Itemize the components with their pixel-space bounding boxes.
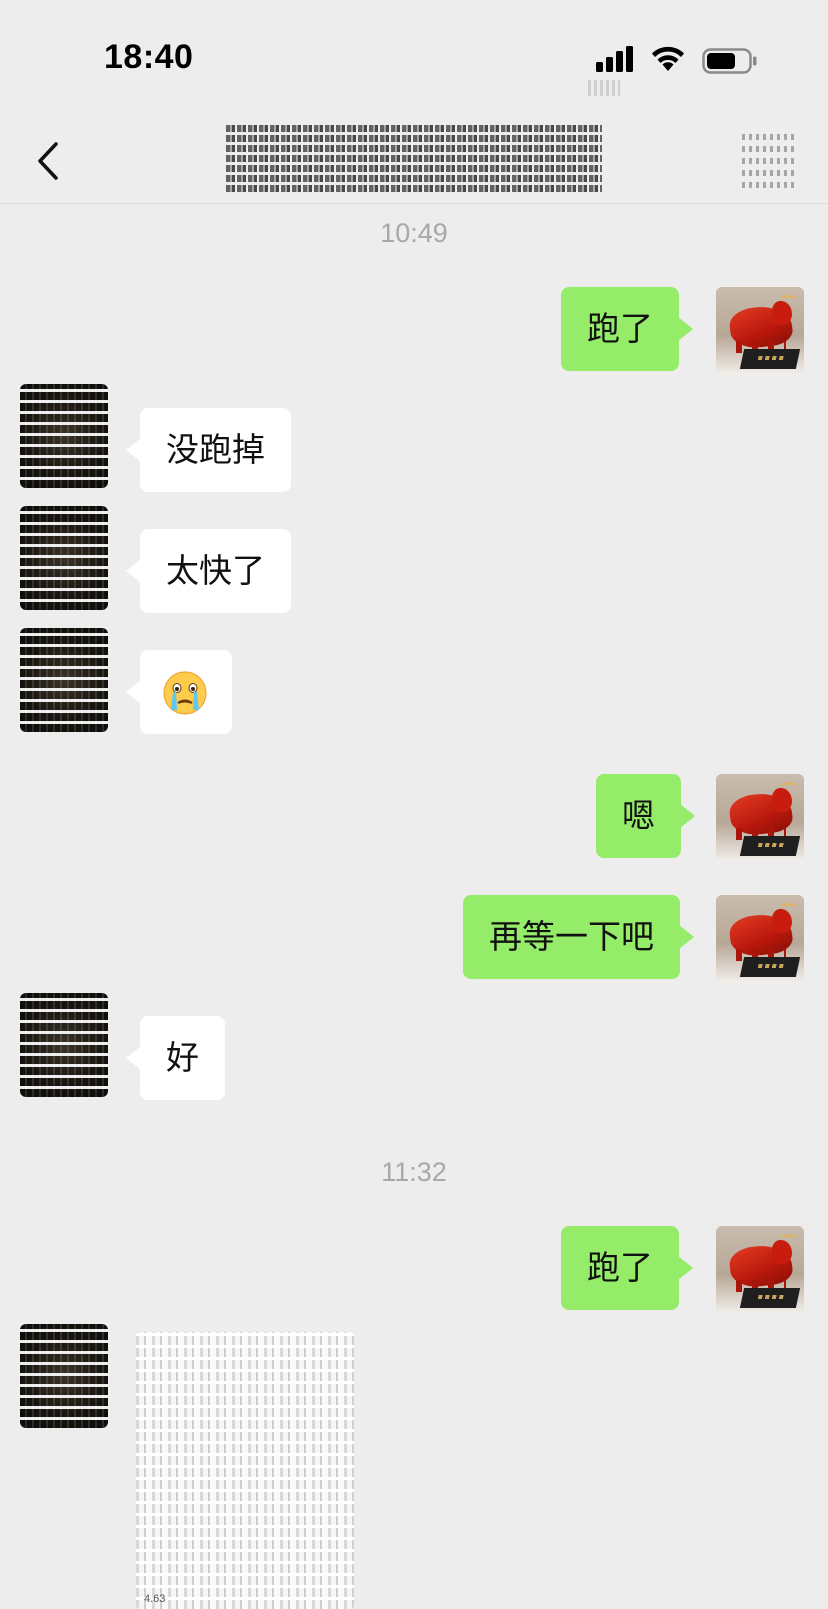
signal-icon: [596, 46, 633, 72]
message-bubble-other[interactable]: 没跑掉: [126, 408, 291, 492]
message-bubble-other[interactable]: [126, 650, 232, 734]
timestamp: 11:32: [381, 1157, 447, 1187]
message-bubble-self[interactable]: 嗯: [596, 774, 695, 858]
timestamp: 10:49: [380, 218, 448, 248]
message-bubble-self[interactable]: 跑了: [561, 287, 693, 371]
avatar-other[interactable]: [20, 506, 108, 610]
avatar-self[interactable]: [716, 895, 804, 983]
status-bar: 18:40: [0, 0, 828, 120]
battery-icon: [702, 48, 757, 74]
message-bubble-self[interactable]: 再等一下吧: [463, 895, 694, 979]
chat-title-redacted: [226, 124, 602, 192]
more-button[interactable]: [742, 130, 798, 188]
avatar-other[interactable]: [20, 993, 108, 1097]
avatar-self[interactable]: [716, 774, 804, 862]
chevron-left-icon: [38, 142, 58, 180]
avatar-other[interactable]: [20, 1324, 108, 1428]
message-bubble-other[interactable]: 好: [126, 1016, 225, 1100]
image-caption: 4.63: [144, 1593, 166, 1605]
status-time: 18:40: [104, 38, 194, 76]
back-button[interactable]: [30, 138, 66, 184]
crying-face-icon: [163, 671, 207, 715]
chat-header: [0, 118, 828, 204]
avatar-other[interactable]: [20, 384, 108, 488]
image-message[interactable]: 4.63: [136, 1332, 354, 1609]
avatar-other[interactable]: [20, 628, 108, 732]
wifi-icon: [652, 46, 684, 71]
redacted-signal-detail: [588, 80, 620, 96]
avatar-self[interactable]: [716, 1226, 804, 1314]
avatar-self[interactable]: [716, 287, 804, 375]
message-bubble-self[interactable]: 跑了: [561, 1226, 693, 1310]
message-bubble-other[interactable]: 太快了: [126, 529, 291, 613]
